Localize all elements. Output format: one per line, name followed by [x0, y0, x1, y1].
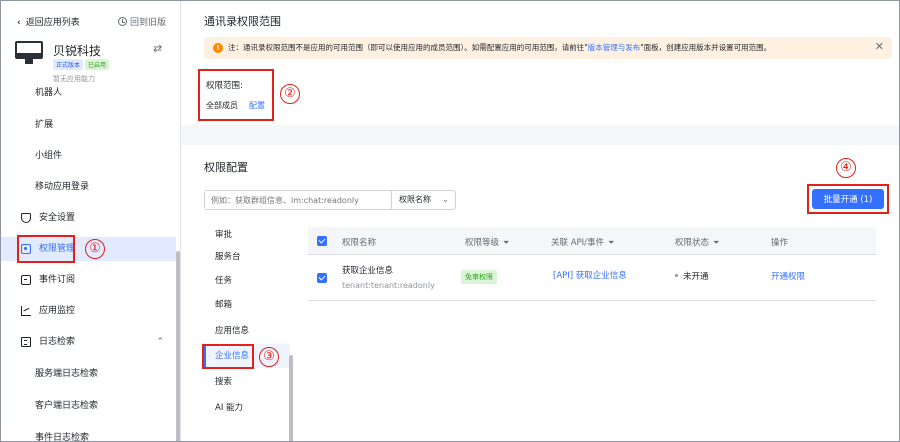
permission-level-badge: 免审权限 [461, 270, 497, 284]
close-icon[interactable]: ✕ [875, 40, 884, 53]
annotation-marker-2: ② [280, 84, 300, 104]
chevron-left-icon: ‹ [17, 18, 21, 28]
switch-app-icon[interactable]: ⇄ [153, 42, 162, 55]
app-monitor-icon [15, 41, 43, 65]
batch-enable-button[interactable]: 批量开通 (1) [812, 189, 884, 209]
sidebar-item-events[interactable]: 事件订阅 [1, 268, 176, 292]
permission-name: 获取企业信息 [342, 266, 394, 276]
notice-text: 注：通讯录权限范围不是应用的可用范围（即可以使用应用的成员范围）。如需配置应用的… [228, 43, 772, 52]
header-action: 操作 [771, 238, 789, 248]
sidebar-item-widget[interactable]: 小组件 [1, 144, 176, 168]
log-icon [21, 337, 31, 347]
main-content: 通讯录权限范围 ! 注：通讯录权限范围不是应用的可用范围（即可以使用应用的成员范… [182, 1, 899, 441]
permission-section-title: 权限配置 [204, 161, 248, 174]
scope-panel: 权限范围: 全部成员 配置 [198, 69, 274, 121]
back-to-app-list-link[interactable]: ‹ 返回应用列表 [17, 15, 80, 28]
sidebar-item-security[interactable]: 安全设置 [1, 206, 176, 230]
filter-icon[interactable]: ⏷ [713, 238, 719, 248]
row-checkbox[interactable] [317, 273, 327, 283]
history-icon [118, 17, 127, 26]
sidebar-item-mobile-login[interactable]: 移动应用登录 [1, 175, 176, 199]
sidebar-item-robot[interactable]: 机器人 [35, 85, 62, 98]
header-permission-status: 权限状态 ⏷ [675, 238, 720, 248]
sidebar-item-monitoring[interactable]: 应用监控 [1, 299, 176, 323]
app-ability-text: 暂无应用能力 [53, 75, 95, 83]
status-dot [675, 274, 678, 277]
sidebar: ‹ 返回应用列表 回到旧版 贝锐科技 ⇄ 正式版本 已启用 暂无应用能力 机器人 扩… [1, 1, 181, 441]
category-ai[interactable]: AI 能力 [204, 396, 290, 420]
table-row: 获取企业信息 tenant:tenant:readonly 免审权限 [API]… [308, 255, 876, 301]
category-task[interactable]: 任务 [204, 269, 290, 293]
select-all-checkbox[interactable] [317, 236, 327, 246]
scope-label: 权限范围: [206, 81, 243, 91]
permission-status: 未开通 [683, 272, 709, 282]
permission-code: tenant:tenant:readonly [342, 281, 435, 290]
sidebar-scrollbar[interactable] [176, 251, 180, 441]
annotation-box-1 [17, 235, 75, 263]
release-badge: 正式版本 [53, 59, 84, 70]
enable-permission-link[interactable]: 开通权限 [771, 270, 805, 282]
event-icon [21, 275, 31, 285]
search-field-select[interactable]: 权限名称 ⌄ [392, 190, 456, 210]
scope-section-title: 通讯录权限范围 [204, 15, 281, 28]
annotation-marker-3: ③ [259, 347, 279, 367]
app-badges: 正式版本 已启用 [53, 59, 111, 70]
sidebar-item-event-log[interactable]: 事件日志检索 [1, 426, 176, 441]
annotation-box-4: 批量开通 (1) [807, 184, 889, 214]
table-header: 权限名称 权限等级 ⏷ 关联 API/事件 ⏷ 权限状态 ⏷ 操作 [308, 227, 876, 255]
header-related-api: 关联 API/事件 ⏷ [551, 238, 615, 248]
sidebar-header: ‹ 返回应用列表 回到旧版 贝锐科技 ⇄ 正式版本 已启用 暂无应用能力 [1, 1, 180, 91]
category-search[interactable]: 搜索 [204, 370, 290, 394]
related-api-link[interactable]: [API] 获取企业信息 [553, 269, 627, 281]
sidebar-item-client-log[interactable]: 客户端日志检索 [1, 394, 176, 418]
sidebar-item-log-search[interactable]: 日志检索 ⌃ [1, 330, 176, 354]
header-permission-level: 权限等级 ⏷ [465, 238, 510, 248]
category-approval[interactable]: 审批 [204, 223, 290, 247]
filter-icon[interactable]: ⏷ [503, 238, 509, 248]
sidebar-item-extension[interactable]: 扩展 [1, 113, 176, 137]
sidebar-item-server-log[interactable]: 服务端日志检索 [1, 362, 176, 386]
configure-scope-link[interactable]: 配置 [249, 100, 265, 111]
section-divider [182, 125, 899, 145]
annotation-marker-1: ① [85, 239, 105, 259]
scope-value: 全部成员 [206, 101, 238, 110]
app-name: 贝锐科技 [53, 44, 102, 58]
category-app-info[interactable]: 应用信息 [204, 319, 290, 343]
category-helpdesk[interactable]: 服务台 [204, 245, 290, 269]
window-frame: ‹ 返回应用列表 回到旧版 贝锐科技 ⇄ 正式版本 已启用 暂无应用能力 机器人 扩… [0, 0, 900, 442]
shield-icon [21, 213, 31, 223]
version-release-link[interactable]: 版本管理与发布 [588, 43, 641, 52]
warning-icon: ! [213, 43, 223, 53]
annotation-box-3 [202, 344, 254, 369]
notice-banner: ! 注：通讯录权限范围不是应用的可用范围（即可以使用应用的成员范围）。如需配置应… [204, 37, 892, 59]
category-mail[interactable]: 邮箱 [204, 293, 290, 317]
header-permission-name: 权限名称 [342, 238, 377, 248]
chart-icon [21, 306, 31, 316]
filter-icon[interactable]: ⏷ [608, 238, 614, 248]
chevron-up-icon: ⌃ [156, 337, 164, 347]
permission-search-input[interactable] [204, 190, 392, 210]
enabled-badge: 已启用 [85, 59, 110, 70]
category-scrollbar[interactable] [289, 355, 293, 441]
back-to-old-version-link[interactable]: 回到旧版 [118, 15, 166, 28]
chevron-down-icon: ⌄ [442, 195, 449, 204]
annotation-marker-4: ④ [836, 158, 856, 178]
